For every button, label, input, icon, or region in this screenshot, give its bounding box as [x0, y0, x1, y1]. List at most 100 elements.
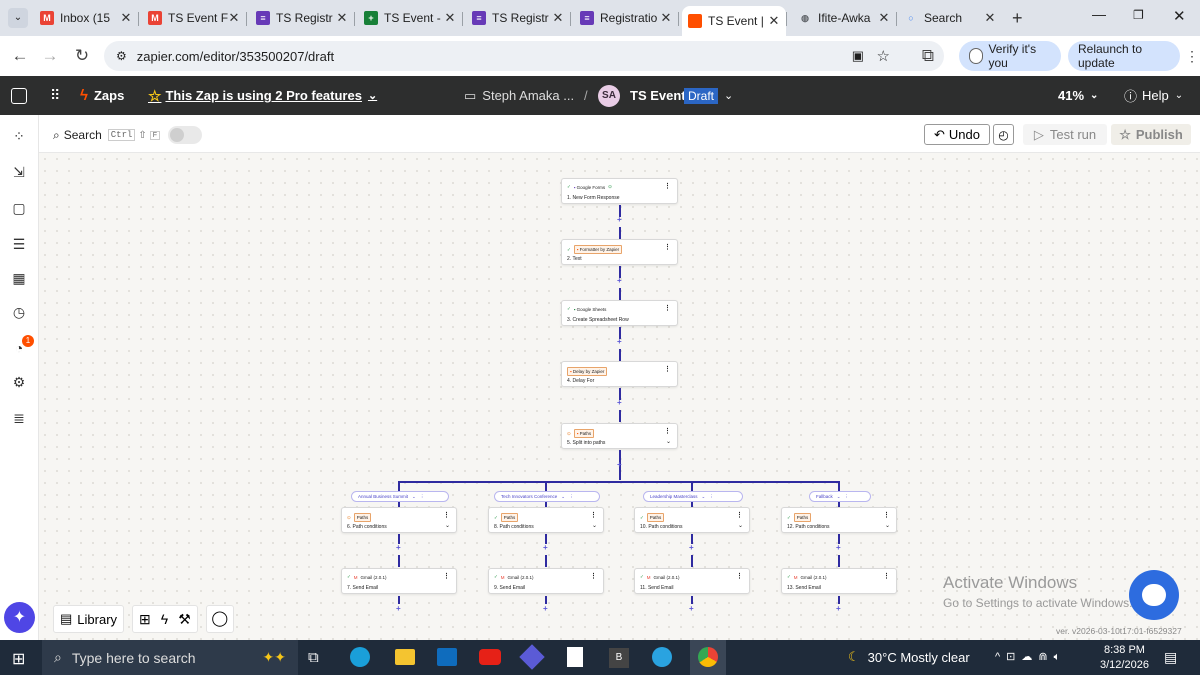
tab-5[interactable]: ≡ TS Registr ✕	[466, 6, 570, 30]
folder-breadcrumb[interactable]: ▭ Steph Amaka ...	[464, 76, 574, 115]
list-icon[interactable]: ≣	[10, 409, 28, 427]
step-card[interactable]: ✓ ▪ Formatter by Zapier 2. Text ⋮	[561, 239, 678, 265]
tab-1[interactable]: M Inbox (15 ✕	[34, 6, 138, 30]
chat-bubble-button[interactable]	[1129, 570, 1179, 620]
apps-icon[interactable]: ⁘	[10, 127, 28, 145]
close-tab-icon[interactable]: ✕	[878, 10, 890, 26]
screen-share-icon[interactable]: ▣	[852, 48, 864, 64]
youtube-icon[interactable]	[479, 649, 501, 665]
document-icon[interactable]: ▢	[10, 199, 28, 217]
notification-center-icon[interactable]: ▤	[1164, 649, 1177, 666]
undo-button[interactable]: ↶ Undo	[924, 124, 990, 145]
add-step-icon[interactable]: ⊞	[139, 611, 151, 628]
extensions-icon[interactable]: ⧉	[916, 44, 940, 68]
add-step-plus-icon[interactable]: +	[617, 276, 622, 285]
task-view-icon[interactable]: ⧉	[308, 649, 319, 666]
close-tab-icon[interactable]: ✕	[336, 10, 348, 26]
clock[interactable]: 8:38 PM 3/12/2026	[1100, 643, 1149, 673]
import-icon[interactable]: ⇲	[10, 163, 28, 181]
step-menu-icon[interactable]: ⋮	[590, 572, 597, 580]
tab-4[interactable]: + TS Event - ✕	[358, 6, 462, 30]
test-run-button[interactable]: ▷ Test run	[1023, 124, 1107, 145]
address-bar[interactable]: ⚙ zapier.com/editor/353500207/draft ▣ ☆	[104, 41, 944, 71]
close-tab-icon[interactable]: ✕	[120, 10, 132, 26]
chevron-down-icon[interactable]: ⌄	[738, 522, 743, 529]
close-tab-icon[interactable]: ✕	[228, 10, 240, 26]
notepad-icon[interactable]	[567, 647, 583, 667]
close-tab-icon[interactable]: ✕	[768, 13, 780, 29]
close-tab-icon[interactable]: ✕	[984, 10, 996, 26]
system-tray[interactable]: ^⊡☁⋒🔈︎	[995, 650, 1066, 664]
path-condition-card[interactable]: ✓ Paths 10. Path conditions ⋮ ⌄	[634, 507, 750, 533]
add-step-plus-icon[interactable]: +	[689, 543, 694, 552]
gmail-step-card[interactable]: ✓ M Gmail (2.0.1) 11. Send Email ⋮	[634, 568, 750, 594]
start-button[interactable]: ⊞	[12, 649, 25, 669]
add-step-plus-icon[interactable]: +	[617, 337, 622, 346]
close-tab-icon[interactable]: ✕	[444, 10, 456, 26]
path-condition-card[interactable]: ✓ Paths 12. Path conditions ⋮ ⌄	[781, 507, 897, 533]
help-menu[interactable]: ⓘ Help ⌄	[1124, 76, 1183, 115]
back-icon[interactable]: ←	[8, 44, 32, 68]
add-step-plus-icon[interactable]: +	[617, 398, 622, 407]
tab-7[interactable]: TS Event | ✕	[682, 6, 786, 36]
pro-features-link[interactable]: ☆ This Zap is using 2 Pro features ⌄	[148, 76, 377, 115]
restore-button[interactable]: ❐	[1133, 8, 1144, 22]
add-step-plus-icon[interactable]: +	[617, 215, 622, 224]
verify-identity-button[interactable]: Verify it's you	[959, 41, 1061, 71]
outlook-icon[interactable]	[437, 648, 457, 666]
tab-2[interactable]: M TS Event F ✕	[142, 6, 246, 30]
relaunch-button[interactable]: Relaunch to update	[1068, 41, 1180, 71]
step-menu-icon[interactable]: ⋮	[736, 572, 743, 580]
close-tab-icon[interactable]: ✕	[552, 10, 564, 26]
close-window-button[interactable]: ✕	[1173, 7, 1186, 25]
tab-search-button[interactable]: ⌄	[8, 8, 28, 28]
assistant-icon[interactable]: ✦	[4, 602, 35, 633]
gmail-step-card[interactable]: ✓ M Gmail (2.0.1) 13. Send Email ⋮	[781, 568, 897, 594]
step-menu-icon[interactable]: ⋮	[443, 572, 450, 580]
zoom-control[interactable]: 41% ⌄	[1058, 76, 1098, 115]
chevron-down-icon[interactable]: ⌄	[592, 522, 597, 529]
history-icon[interactable]: ◷	[10, 303, 28, 321]
comment-icon[interactable]: ☰	[10, 235, 28, 253]
add-step-plus-icon[interactable]: +	[396, 604, 401, 613]
zap-menu-chevron-icon[interactable]: ⌄	[724, 76, 733, 115]
tab-9[interactable]: ○ Search ✕	[898, 6, 1002, 30]
reload-icon[interactable]: ↻	[70, 44, 94, 68]
tab-6[interactable]: ≡ Registratio ✕	[574, 6, 678, 30]
file-explorer-icon[interactable]	[395, 649, 415, 665]
chrome-icon[interactable]	[690, 640, 726, 675]
chevron-down-icon[interactable]: ⌄	[445, 522, 450, 529]
close-tab-icon[interactable]: ✕	[660, 10, 672, 26]
step-menu-icon[interactable]: ⋮	[664, 304, 671, 312]
site-info-icon[interactable]: ⚙	[116, 49, 127, 63]
path-branch-label[interactable]: Leadership Masterclass ⌄ ⋮	[643, 491, 743, 502]
step-menu-icon[interactable]: ⋮	[664, 182, 671, 190]
library-button[interactable]: ▤ Library	[53, 605, 125, 633]
add-step-plus-icon[interactable]: +	[617, 460, 622, 469]
app-icon[interactable]	[519, 644, 545, 670]
gmail-step-card[interactable]: ✓ M Gmail (2.0.1) 7. Send Email ⋮	[341, 568, 457, 594]
path-condition-card[interactable]: ✓ Paths 8. Path conditions ⋮ ⌄	[488, 507, 604, 533]
chevron-down-icon[interactable]: ⌄	[885, 522, 890, 529]
wrench-icon[interactable]: ⚒	[178, 611, 191, 628]
step-menu-icon[interactable]: ⋮	[590, 511, 597, 519]
bolt-icon[interactable]: ϟ	[161, 611, 168, 627]
new-tab-button[interactable]: +	[1012, 8, 1023, 29]
path-branch-label[interactable]: Annual Business Summit ⌄ ⋮	[351, 491, 449, 502]
step-card[interactable]: ✓ ▪ Google Forms ⊙ 1. New Form Response ⋮	[561, 178, 678, 204]
minimize-button[interactable]: —	[1092, 6, 1106, 22]
add-step-plus-icon[interactable]: +	[836, 604, 841, 613]
step-menu-icon[interactable]: ⋮	[883, 572, 890, 580]
b-app-icon[interactable]: B	[609, 648, 629, 668]
step-card[interactable]: ✓ ▪ Google Sheets 3. Create Spreadsheet Ro…	[561, 300, 678, 326]
step-menu-icon[interactable]: ⋮	[443, 511, 450, 519]
add-step-plus-icon[interactable]: +	[543, 604, 548, 613]
calendar-icon[interactable]: ▦	[10, 269, 28, 287]
toggle-switch[interactable]	[168, 126, 203, 144]
taskbar-search[interactable]: ⌕ Type here to search ✦✦	[42, 640, 298, 675]
step-menu-icon[interactable]: ⋮	[664, 365, 671, 373]
step-menu-icon[interactable]: ⋮	[736, 511, 743, 519]
publish-button[interactable]: ☆ Publish	[1111, 124, 1191, 145]
chevron-down-icon[interactable]: ⌄	[666, 438, 671, 445]
canvas-search-button[interactable]: ◯	[205, 605, 234, 633]
